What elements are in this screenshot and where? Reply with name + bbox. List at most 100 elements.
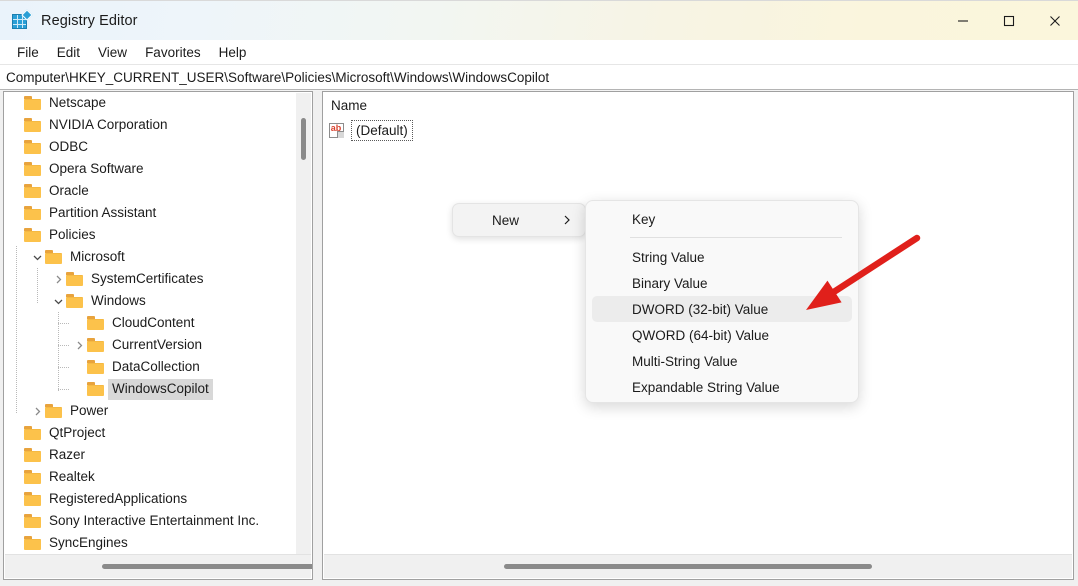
context-menu-new-label: New	[467, 213, 562, 228]
tree-item-realtek[interactable]: Realtek	[4, 466, 294, 488]
submenu-item-qword-64-bit-value[interactable]: QWORD (64-bit) Value	[592, 322, 852, 348]
tree-item-registeredapplications[interactable]: RegisteredApplications	[4, 488, 294, 510]
chevron-right-icon[interactable]	[29, 400, 45, 422]
submenu-item-dword-32-bit-value[interactable]: DWORD (32-bit) Value	[592, 296, 852, 322]
string-value-icon: ab	[329, 123, 346, 139]
column-header-name: Name	[331, 98, 367, 113]
folder-icon	[24, 228, 41, 242]
tree-item-systemcertificates[interactable]: SystemCertificates	[4, 268, 294, 290]
tree-item-policies[interactable]: Policies	[4, 224, 294, 246]
minimize-button[interactable]	[940, 1, 986, 41]
tree-expander-spacer	[8, 422, 24, 444]
tree-item-windowscopilot[interactable]: WindowsCopilot	[4, 378, 294, 400]
tree-expander-spacer	[8, 202, 24, 224]
registry-tree[interactable]: NetscapeNVIDIA CorporationODBCOpera Soft…	[4, 92, 294, 556]
submenu-item-expandable-string-value[interactable]: Expandable String Value	[592, 374, 852, 400]
submenu-separator	[630, 237, 842, 238]
tree-horizontal-scrollbar[interactable]	[5, 554, 311, 578]
folder-icon	[66, 272, 83, 286]
close-button[interactable]	[1032, 1, 1078, 41]
tree-item-label: Sony Interactive Entertainment Inc.	[45, 511, 263, 532]
values-column-header: Name	[323, 92, 1073, 118]
menu-view[interactable]: View	[89, 43, 136, 62]
tree-item-label: CurrentVersion	[108, 335, 206, 356]
tree-expander-spacer	[71, 356, 87, 378]
tree-item-label: QtProject	[45, 423, 109, 444]
tree-item-odbc[interactable]: ODBC	[4, 136, 294, 158]
menu-file[interactable]: File	[8, 43, 48, 62]
tree-item-currentversion[interactable]: CurrentVersion	[4, 334, 294, 356]
values-horizontal-scrollbar[interactable]	[324, 554, 1072, 578]
maximize-button[interactable]	[986, 1, 1032, 41]
tree-item-netscape[interactable]: Netscape	[4, 92, 294, 114]
folder-icon	[24, 162, 41, 176]
tree-item-label: SystemCertificates	[87, 269, 208, 290]
tree-expander-spacer	[8, 158, 24, 180]
values-horizontal-scroll-thumb[interactable]	[504, 564, 872, 569]
submenu-item-multi-string-value[interactable]: Multi-String Value	[592, 348, 852, 374]
tree-item-label: Realtek	[45, 467, 99, 488]
tree-item-razer[interactable]: Razer	[4, 444, 294, 466]
tree-item-power[interactable]: Power	[4, 400, 294, 422]
maximize-icon	[1003, 15, 1015, 27]
tree-item-label: Netscape	[45, 93, 110, 114]
tree-item-windows[interactable]: Windows	[4, 290, 294, 312]
tree-item-oracle[interactable]: Oracle	[4, 180, 294, 202]
folder-icon	[24, 514, 41, 528]
tree-vertical-scrollbar[interactable]	[296, 93, 311, 555]
folder-icon	[24, 184, 41, 198]
chevron-down-icon[interactable]	[29, 246, 45, 268]
context-menu-new-item[interactable]: New	[452, 203, 586, 237]
folder-icon	[24, 470, 41, 484]
folder-icon	[87, 382, 104, 396]
folder-icon	[45, 250, 62, 264]
tree-item-label: RegisteredApplications	[45, 489, 191, 510]
menu-help[interactable]: Help	[210, 43, 256, 62]
submenu-item-string-value[interactable]: String Value	[592, 244, 852, 270]
value-row-default[interactable]: ab (Default)	[329, 120, 413, 141]
tree-vertical-scroll-thumb[interactable]	[301, 118, 306, 160]
tree-expander-spacer	[8, 488, 24, 510]
tree-item-opera-software[interactable]: Opera Software	[4, 158, 294, 180]
submenu-item-binary-value[interactable]: Binary Value	[592, 270, 852, 296]
tree-expander-spacer	[71, 312, 87, 334]
folder-icon	[87, 316, 104, 330]
tree-item-cloudcontent[interactable]: CloudContent	[4, 312, 294, 334]
tree-item-sony-interactive-entertainment-inc[interactable]: Sony Interactive Entertainment Inc.	[4, 510, 294, 532]
tree-expander-spacer	[8, 532, 24, 554]
tree-item-syncengines[interactable]: SyncEngines	[4, 532, 294, 554]
tree-item-label: Partition Assistant	[45, 203, 160, 224]
folder-icon	[87, 338, 104, 352]
tree-item-label: Power	[66, 401, 112, 422]
tree-item-microsoft[interactable]: Microsoft	[4, 246, 294, 268]
submenu-item-key[interactable]: Key	[592, 206, 852, 232]
folder-icon	[87, 360, 104, 374]
content-area: NetscapeNVIDIA CorporationODBCOpera Soft…	[0, 91, 1078, 586]
tree-item-datacollection[interactable]: DataCollection	[4, 356, 294, 378]
registry-editor-window: Registry Editor File Edit	[0, 0, 1078, 586]
chevron-right-icon[interactable]	[71, 334, 87, 356]
tree-item-nvidia-corporation[interactable]: NVIDIA Corporation	[4, 114, 294, 136]
context-menu-new-submenu[interactable]: Key String ValueBinary ValueDWORD (32-bit…	[585, 200, 859, 403]
window-title: Registry Editor	[41, 13, 138, 29]
tree-item-partition-assistant[interactable]: Partition Assistant	[4, 202, 294, 224]
folder-icon	[24, 426, 41, 440]
tree-item-label: Razer	[45, 445, 89, 466]
tree-horizontal-scroll-thumb[interactable]	[102, 564, 313, 569]
tree-expander-spacer	[8, 92, 24, 114]
folder-icon	[45, 404, 62, 418]
value-name-default: (Default)	[351, 120, 413, 141]
folder-icon	[24, 536, 41, 550]
chevron-right-icon[interactable]	[50, 268, 66, 290]
close-icon	[1049, 15, 1061, 27]
tree-item-qtproject[interactable]: QtProject	[4, 422, 294, 444]
title-bar-left: Registry Editor	[0, 11, 138, 31]
tree-expander-spacer	[8, 510, 24, 532]
tree-item-label: SyncEngines	[45, 533, 132, 554]
menu-edit[interactable]: Edit	[48, 43, 89, 62]
tree-item-label: Windows	[87, 291, 150, 312]
menu-favorites[interactable]: Favorites	[136, 43, 210, 62]
chevron-down-icon[interactable]	[50, 290, 66, 312]
tree-expander-spacer	[71, 378, 87, 400]
address-bar[interactable]: Computer\HKEY_CURRENT_USER\Software\Poli…	[0, 65, 1078, 90]
